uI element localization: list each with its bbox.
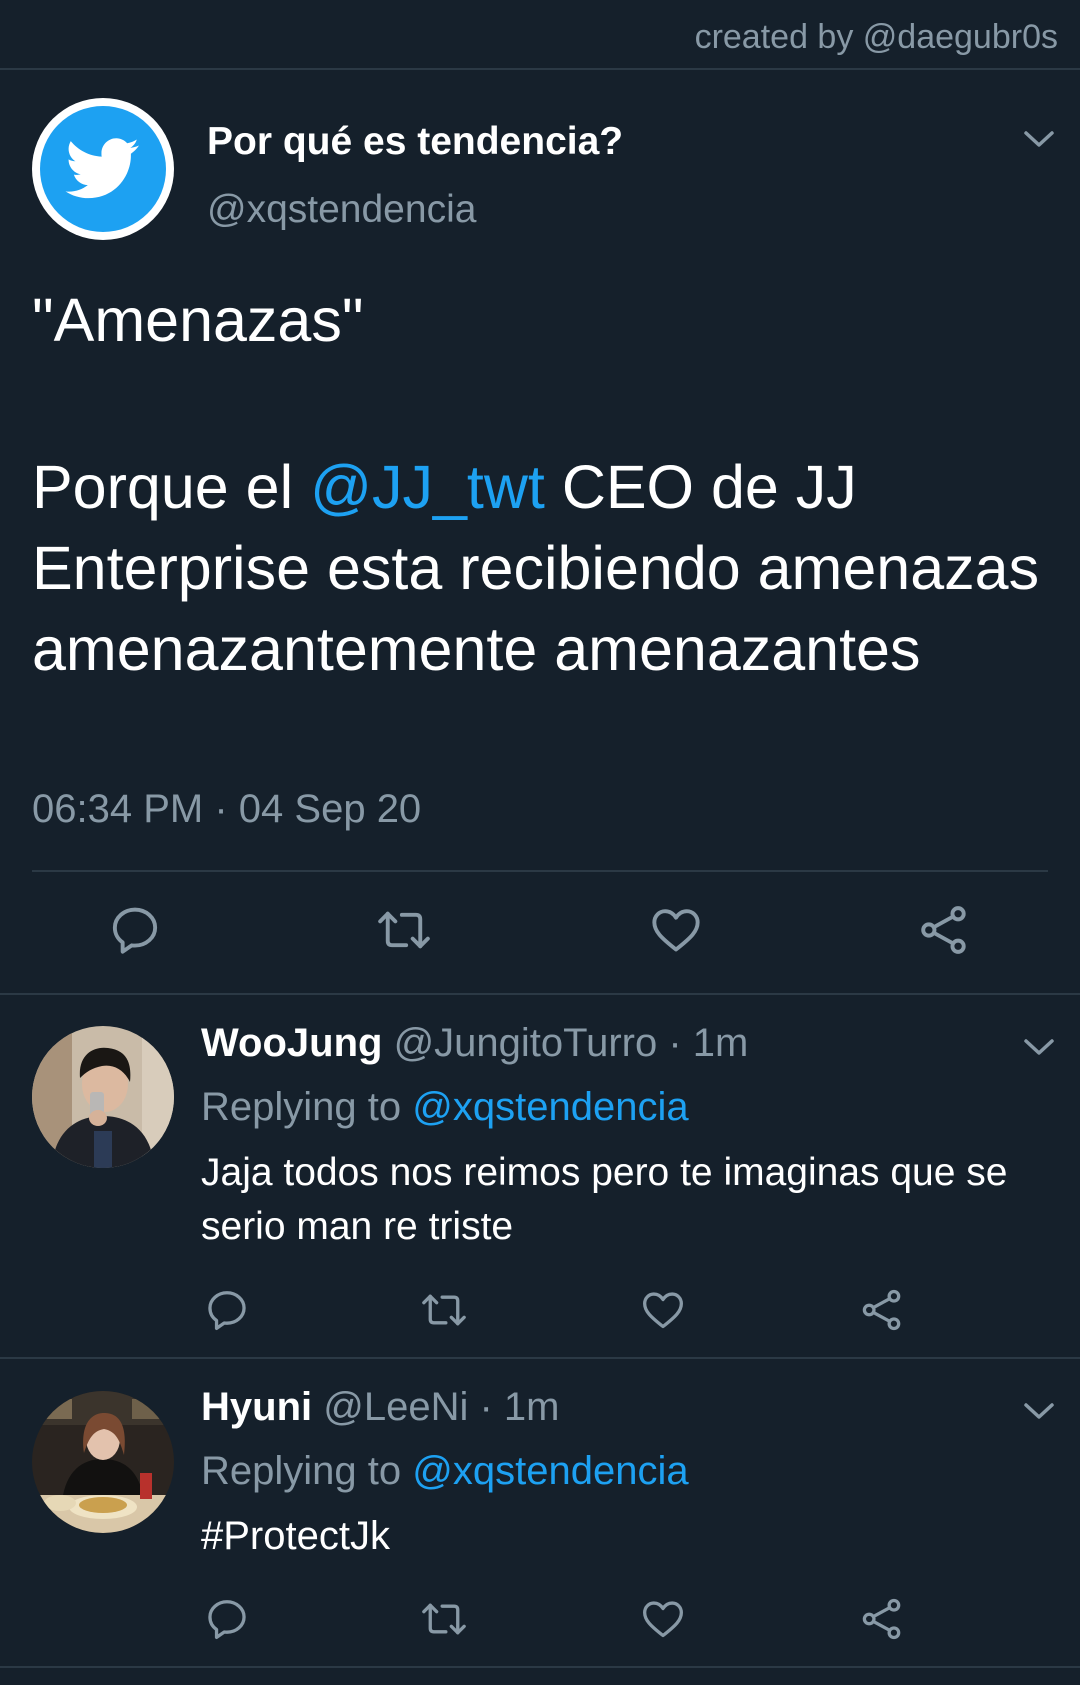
reply-age: · 1m (479, 1385, 560, 1429)
tweet-divider (32, 870, 1048, 872)
like-icon (643, 1292, 683, 1329)
watermark: created by @daegubr0s (694, 18, 1058, 56)
share-button[interactable] (859, 1287, 905, 1333)
retweet-icon (422, 1603, 466, 1635)
reply-author-name[interactable]: Hyuni (201, 1385, 312, 1429)
twitter-bird-icon (65, 138, 139, 199)
share-icon (862, 1598, 901, 1640)
timestamp-separator: · (214, 787, 228, 831)
thread-divider (0, 1666, 1080, 1668)
main-author-handle[interactable]: @xqstendencia (207, 188, 476, 232)
thread-divider (0, 993, 1080, 995)
share-button[interactable] (916, 902, 972, 958)
reply-header: WooJung @JungitoTurro · 1m (201, 1021, 748, 1066)
tweet-body: Porque el @JJ_twt CEO de JJ Enterprise e… (32, 447, 1042, 690)
chevron-down-icon[interactable] (1022, 1036, 1056, 1058)
reply-author-handle[interactable]: @JungitoTurro (394, 1021, 658, 1065)
like-button[interactable] (640, 1596, 686, 1642)
main-author-name[interactable]: Por qué es tendencia? (207, 120, 623, 164)
reply-header: Hyuni @LeeNi · 1m (201, 1385, 560, 1430)
reply-icon (112, 907, 158, 954)
retweet-icon (422, 1294, 466, 1326)
like-button[interactable] (648, 902, 704, 958)
reply-button[interactable] (204, 1596, 250, 1642)
tweet-body-text: Porque el (32, 453, 311, 521)
tweet-date: 04 Sep 20 (238, 787, 422, 831)
tweet-thread-screen: created by @daegubr0s Por qué es tendenc… (0, 0, 1080, 1685)
avatar-photo (32, 1391, 174, 1533)
thread-divider (0, 1357, 1080, 1359)
share-button[interactable] (859, 1596, 905, 1642)
like-icon (652, 909, 700, 952)
retweet-button[interactable] (418, 1287, 470, 1333)
tweet-timestamp: 06:34 PM · 04 Sep 20 (32, 787, 421, 832)
hashtag-link[interactable]: #ProtectJk (201, 1509, 1061, 1563)
reply-button[interactable] (107, 902, 163, 958)
like-button[interactable] (640, 1287, 686, 1333)
reply-author-handle[interactable]: @LeeNi (323, 1385, 468, 1429)
chevron-down-icon[interactable] (1022, 128, 1056, 150)
replying-to-link[interactable]: @xqstendencia (412, 1449, 688, 1493)
retweet-button[interactable] (418, 1596, 470, 1642)
avatar-photo (32, 1026, 174, 1168)
mention-link[interactable]: @JJ_twt (310, 453, 545, 521)
chevron-down-icon[interactable] (1022, 1400, 1056, 1422)
replying-to: Replying to @xqstendencia (201, 1449, 689, 1494)
like-icon (643, 1601, 683, 1638)
replying-to-label: Replying to (201, 1449, 402, 1493)
top-divider (0, 68, 1080, 70)
share-icon (921, 906, 966, 954)
replying-to: Replying to @xqstendencia (201, 1085, 689, 1130)
retweet-icon (378, 911, 430, 949)
tweet-quote: "Amenazas" (32, 286, 364, 354)
tweet-time: 06:34 PM (32, 787, 204, 831)
replying-to-link[interactable]: @xqstendencia (412, 1085, 688, 1129)
share-icon (862, 1289, 901, 1331)
main-avatar[interactable] (32, 98, 174, 240)
reply-icon (208, 1600, 246, 1639)
reply-author-name[interactable]: WooJung (201, 1021, 382, 1065)
avatar[interactable] (32, 1026, 174, 1168)
avatar[interactable] (32, 1391, 174, 1533)
replying-to-label: Replying to (201, 1085, 402, 1129)
reply-button[interactable] (204, 1287, 250, 1333)
reply-icon (208, 1291, 246, 1330)
reply-age: · 1m (668, 1021, 749, 1065)
retweet-button[interactable] (373, 902, 435, 958)
reply-text: Jaja todos nos reimos pero te imaginas q… (201, 1151, 1008, 1248)
